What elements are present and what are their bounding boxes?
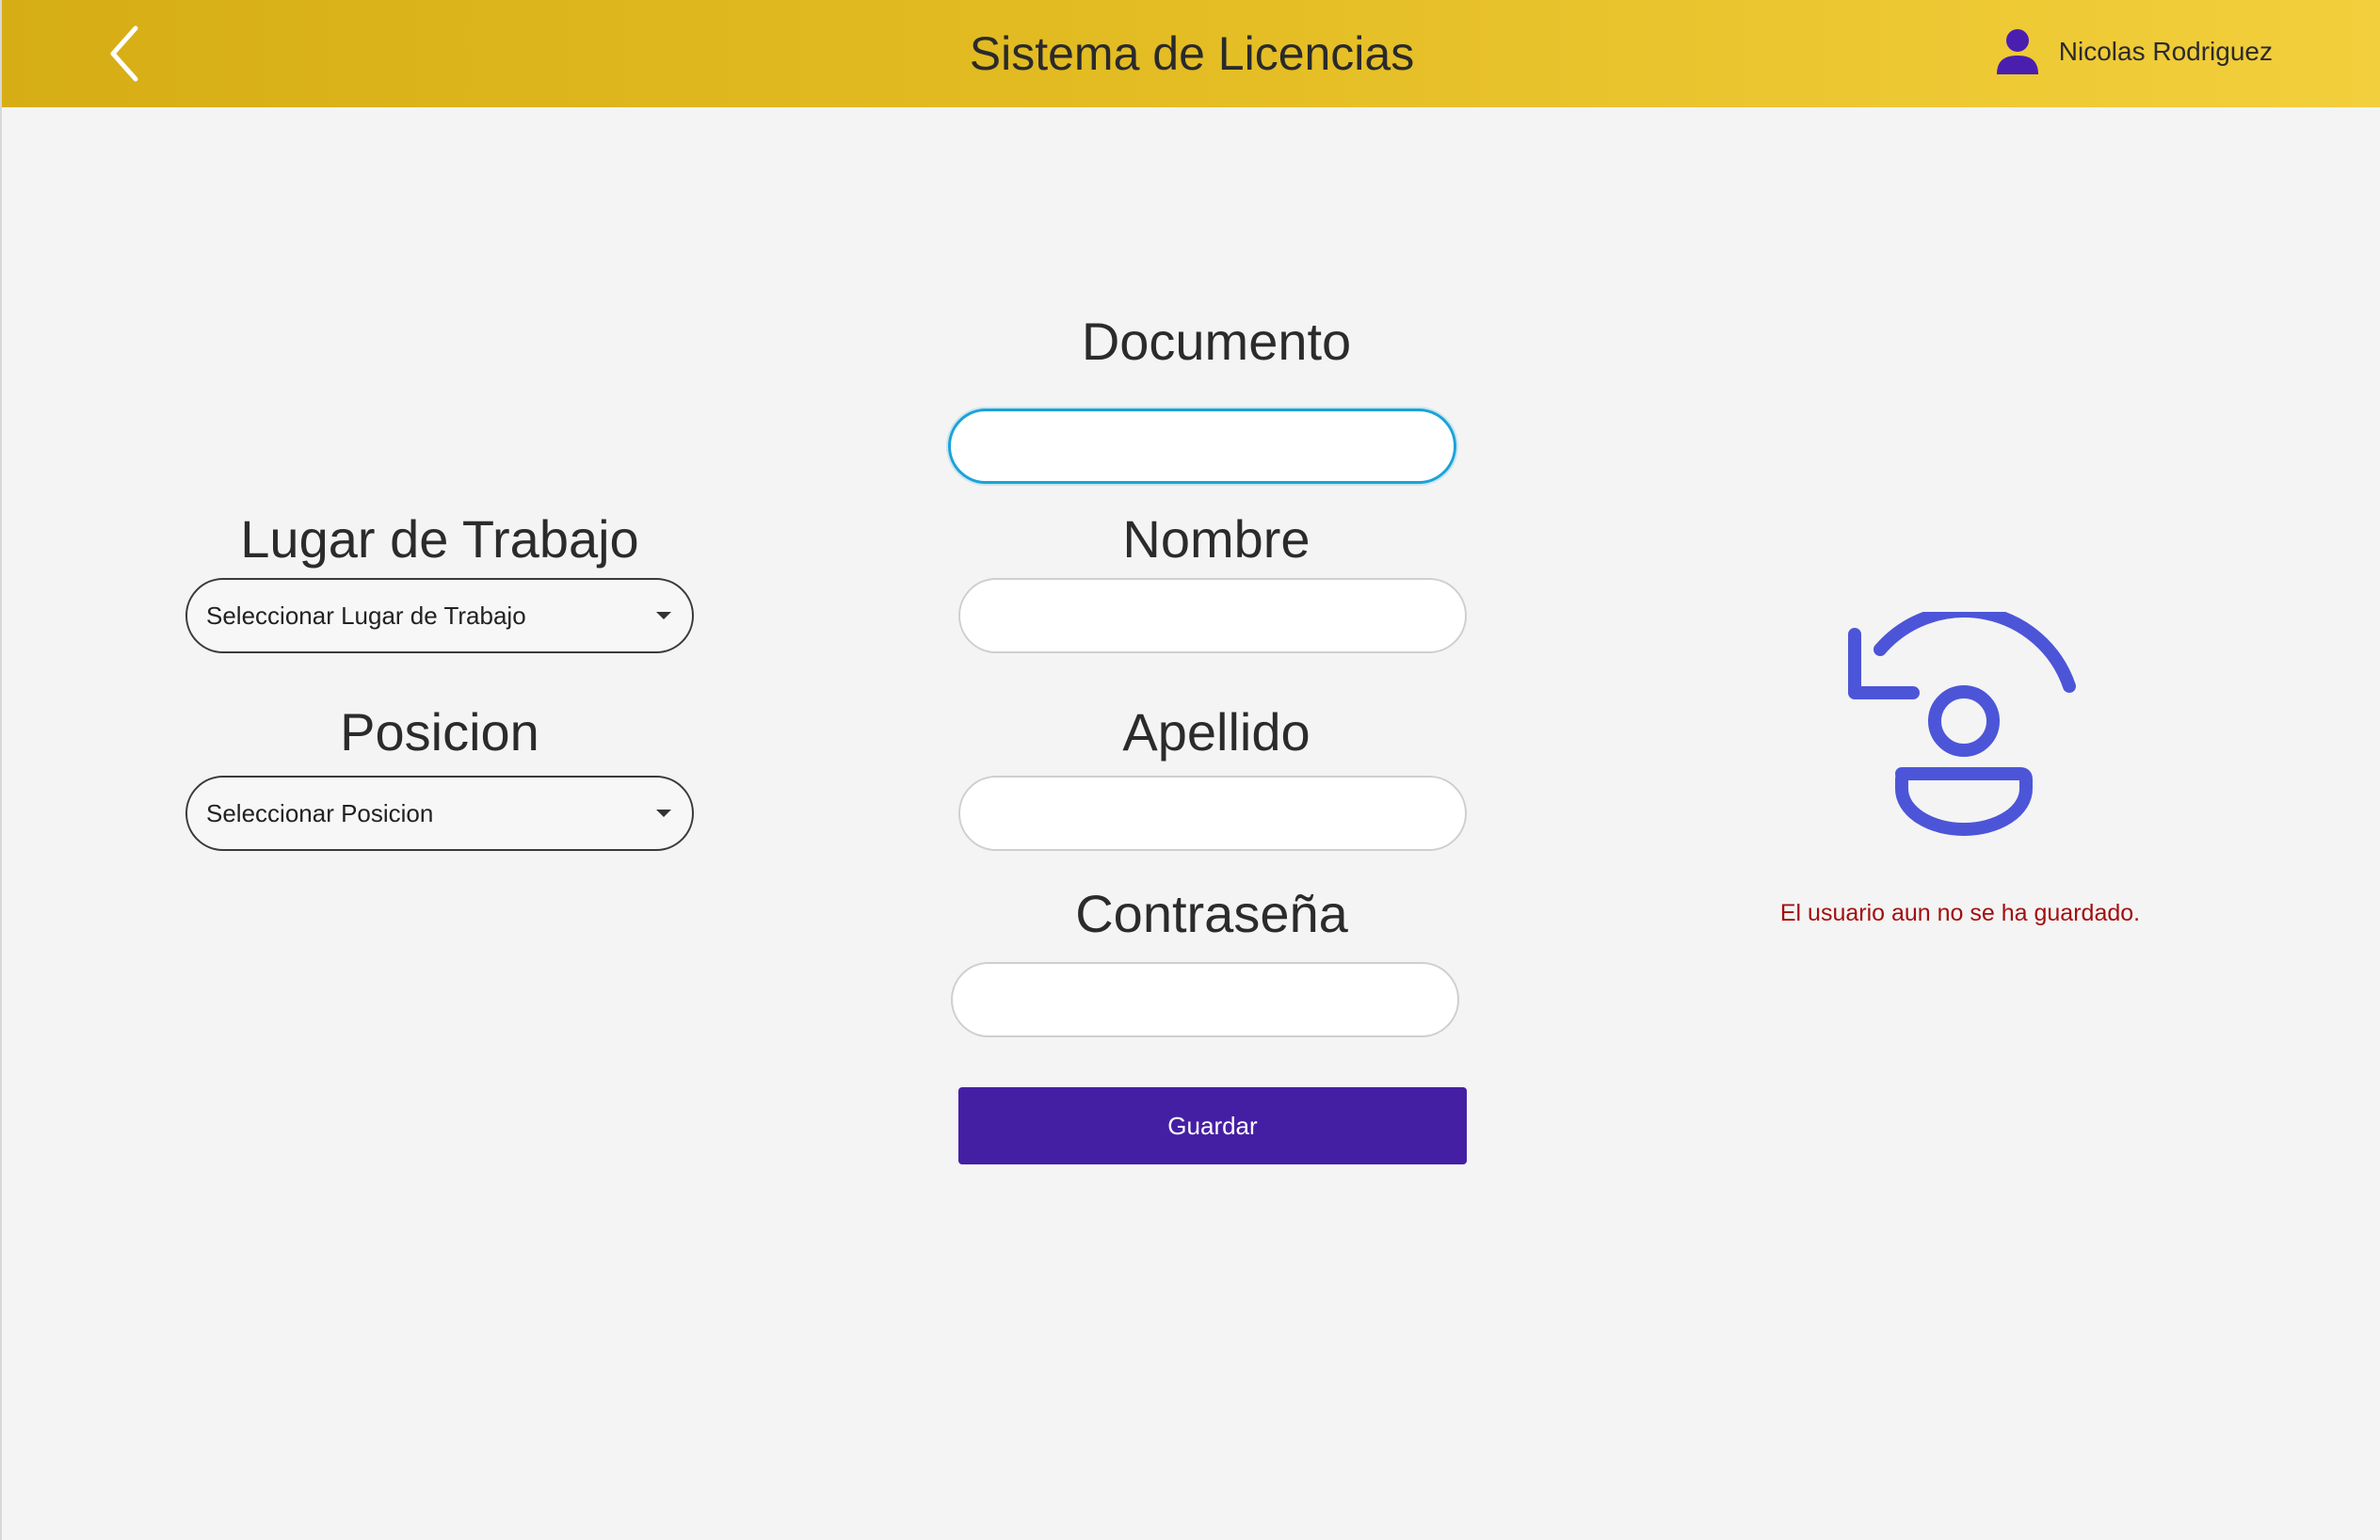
contrasena-input[interactable] — [951, 962, 1459, 1037]
lugar-trabajo-selected: Seleccionar Lugar de Trabajo — [206, 601, 526, 630]
apellido-label: Apellido — [1122, 702, 1311, 762]
status-message: El usuario aun no se ha guardado. — [1779, 900, 2141, 926]
user-not-saved-icon — [1848, 612, 2076, 836]
back-button[interactable] — [96, 21, 153, 87]
nombre-input[interactable] — [958, 578, 1467, 653]
app-root: Sistema de Licencias Nicolas Rodriguez D… — [0, 0, 2380, 1540]
posicion-label: Posicion — [340, 702, 539, 762]
user-name: Nicolas Rodriguez — [2058, 37, 2273, 66]
caret-down-icon — [656, 612, 671, 619]
posicion-selected: Seleccionar Posicion — [206, 798, 434, 827]
nombre-label: Nombre — [1122, 509, 1311, 569]
apellido-input[interactable] — [958, 776, 1467, 851]
top-bar: Sistema de Licencias Nicolas Rodriguez — [2, 0, 2380, 107]
lugar-trabajo-select[interactable]: Seleccionar Lugar de Trabajo — [185, 578, 694, 653]
caret-down-icon — [656, 810, 671, 817]
lugar-trabajo-label: Lugar de Trabajo — [240, 509, 639, 569]
contrasena-label: Contraseña — [1075, 884, 1348, 943]
user-icon — [1996, 29, 2038, 74]
documento-input[interactable] — [948, 409, 1456, 484]
posicion-select[interactable]: Seleccionar Posicion — [185, 776, 694, 851]
user-menu[interactable]: Nicolas Rodriguez — [1993, 19, 2273, 85]
chevron-left-icon — [110, 25, 138, 82]
documento-label: Documento — [1081, 312, 1352, 371]
save-button[interactable]: Guardar — [958, 1087, 1467, 1164]
